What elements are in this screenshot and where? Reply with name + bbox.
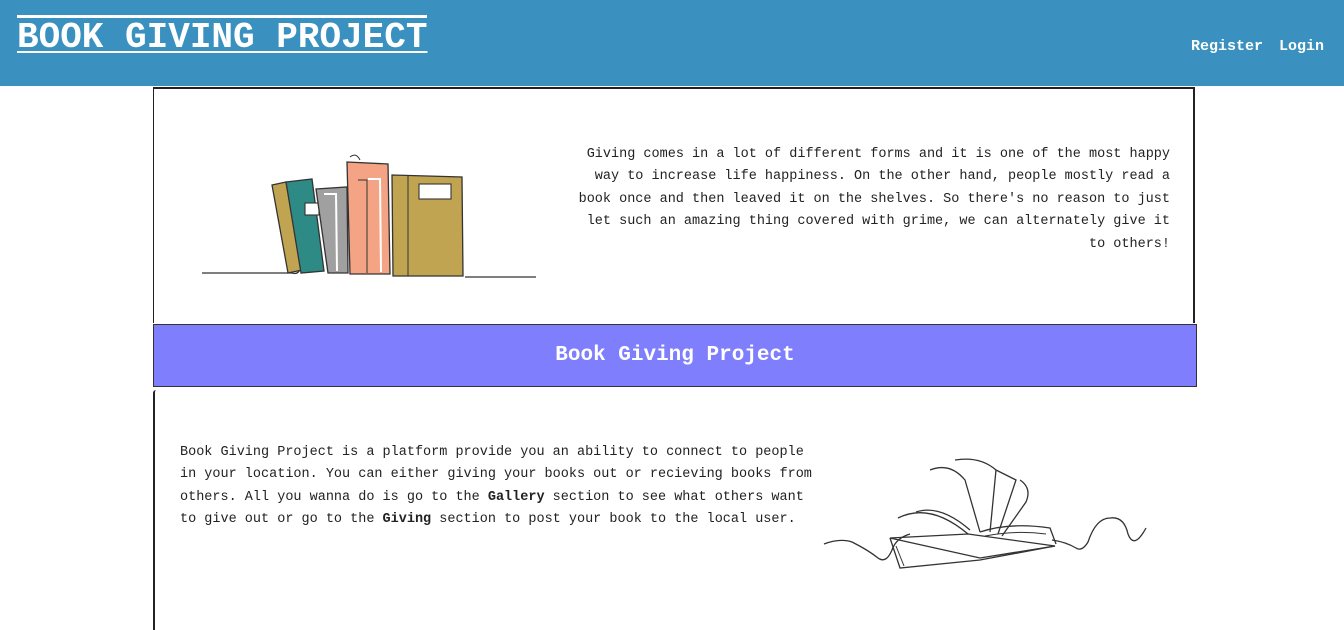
open-book-illustration-icon bbox=[823, 458, 1147, 569]
about-text: Book Giving Project is a platform provid… bbox=[180, 442, 820, 532]
register-link[interactable]: Register bbox=[1191, 38, 1263, 55]
intro-text: Giving comes in a lot of different forms… bbox=[578, 146, 1170, 252]
header-nav: Register Login bbox=[1191, 38, 1324, 55]
banner-title: Book Giving Project bbox=[555, 344, 795, 367]
section-banner: Book Giving Project bbox=[153, 324, 1197, 387]
gallery-keyword: Gallery bbox=[487, 489, 545, 505]
about-text-part3: section to post your book to the local u… bbox=[431, 512, 796, 527]
site-title[interactable]: BOOK GIVING PROJECT bbox=[17, 15, 428, 58]
giving-keyword: Giving bbox=[382, 512, 432, 527]
login-link[interactable]: Login bbox=[1279, 38, 1324, 55]
books-illustration-icon bbox=[202, 154, 536, 278]
header-bar: BOOK GIVING PROJECT Register Login bbox=[0, 0, 1344, 86]
